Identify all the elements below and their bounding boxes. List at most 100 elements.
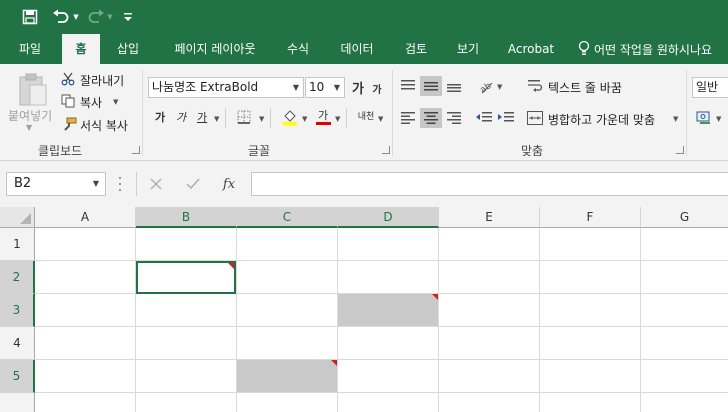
column-header-c[interactable]: C — [237, 207, 338, 228]
merge-center-button[interactable]: 병합하고 가운데 맞춤 — [548, 111, 655, 128]
borders-dropdown-icon[interactable]: ▼ — [259, 115, 264, 123]
copy-icon[interactable] — [60, 93, 76, 109]
merge-center-icon[interactable] — [526, 108, 544, 128]
fx-icon: fx — [222, 176, 236, 192]
select-all-button[interactable] — [0, 207, 35, 228]
fill-color-dropdown-icon[interactable]: ▼ — [302, 115, 307, 123]
paste-button: 붙여넣기 — [8, 109, 53, 123]
align-top-icon[interactable] — [398, 76, 418, 96]
row-header-2[interactable]: 2 — [0, 261, 35, 294]
tab-page-layout[interactable]: 페이지 레이아웃 — [160, 34, 270, 64]
phonetic-guide-button[interactable]: 내천 — [356, 107, 376, 127]
row-header-5[interactable]: 5 — [0, 360, 35, 393]
enter-icon — [182, 172, 204, 196]
fill-color-icon[interactable] — [281, 108, 299, 126]
font-color-dropdown-icon[interactable]: ▼ — [335, 115, 340, 123]
phonetic-icon: 내천 — [357, 111, 375, 122]
tab-insert[interactable]: 삽입 — [106, 34, 150, 64]
customize-qat-icon[interactable] — [122, 7, 134, 27]
italic-button[interactable]: 가 — [174, 109, 188, 125]
underline-button[interactable]: 가 — [195, 109, 209, 125]
paste-icon — [14, 70, 54, 110]
align-bottom-icon[interactable] — [444, 76, 464, 96]
format-painter-button[interactable]: 서식 복사 — [80, 117, 128, 134]
cell-b2-selected[interactable] — [136, 261, 236, 294]
undo-dropdown-icon[interactable]: ▼ — [72, 7, 80, 27]
column-header-e[interactable]: E — [439, 207, 540, 228]
align-left-icon[interactable] — [398, 108, 418, 128]
tab-formulas[interactable]: 수식 — [278, 34, 318, 64]
shrink-font-button[interactable]: 가 — [369, 80, 385, 96]
formula-input[interactable] — [251, 172, 728, 196]
font-group-label: 글꼴 — [248, 144, 271, 158]
format-painter-icon[interactable] — [60, 116, 78, 132]
clipboard-group-label: 클립보드 — [38, 144, 83, 158]
font-name-select[interactable]: 나눔명조 ExtraBold ▼ — [148, 77, 304, 98]
row-header-4[interactable]: 4 — [0, 327, 35, 360]
orientation-dropdown-icon[interactable]: ▼ — [497, 83, 502, 91]
row-header-6[interactable] — [0, 393, 35, 412]
name-box[interactable]: B2 ▼ — [6, 172, 106, 196]
column-header-a[interactable]: A — [35, 207, 136, 228]
tab-acrobat[interactable]: Acrobat — [500, 34, 562, 64]
scissors-icon[interactable] — [60, 71, 76, 87]
font-color-button[interactable]: 가 — [314, 107, 332, 127]
accounting-dropdown-icon[interactable]: ▼ — [716, 115, 721, 123]
copy-button[interactable]: 복사 — [80, 94, 102, 111]
bold-button[interactable]: 가 — [153, 109, 167, 125]
tab-home[interactable]: 홈 — [62, 34, 100, 64]
underline-icon: 가 — [196, 111, 208, 124]
font-launcher-icon[interactable] — [382, 146, 390, 154]
column-header-b[interactable]: B — [136, 207, 237, 228]
divider — [346, 108, 347, 128]
borders-icon[interactable] — [236, 109, 252, 125]
alignment-launcher-icon[interactable] — [676, 146, 684, 154]
accounting-format-icon[interactable] — [694, 108, 714, 128]
cell-d3[interactable] — [338, 294, 438, 326]
cell-c5[interactable] — [237, 360, 337, 392]
align-center-icon[interactable] — [420, 108, 442, 128]
number-format-select[interactable]: 일반 — [692, 77, 728, 98]
comment-indicator-icon — [228, 263, 234, 269]
row-header-3[interactable]: 3 — [0, 294, 35, 327]
gridline — [539, 228, 540, 412]
column-header-f[interactable]: F — [540, 207, 641, 228]
italic-icon: 가 — [175, 111, 187, 124]
increase-indent-icon[interactable] — [496, 108, 516, 128]
wrap-text-icon[interactable] — [526, 76, 544, 96]
decrease-indent-icon[interactable] — [474, 108, 494, 128]
tab-data[interactable]: 데이터 — [330, 34, 384, 64]
divider — [142, 70, 143, 156]
underline-dropdown-icon[interactable]: ▼ — [214, 115, 219, 123]
shrink-font-icon: 가 — [372, 84, 382, 96]
font-color-icon: 가 — [317, 108, 329, 122]
tell-me-box[interactable]: 어떤 작업을 원하시나요 — [578, 34, 712, 64]
tab-file[interactable]: 파일 — [8, 34, 52, 64]
formula-bar: B2 ▼ fx — [0, 161, 728, 207]
column-header-d[interactable]: D — [338, 207, 439, 228]
resize-handle-icon[interactable] — [118, 177, 122, 191]
phonetic-dropdown-icon[interactable]: ▼ — [378, 115, 383, 123]
cut-button[interactable]: 잘라내기 — [80, 72, 124, 89]
font-size-select[interactable]: 10 ▼ — [305, 77, 345, 98]
comment-indicator-icon — [432, 294, 438, 300]
alignment-group-label: 맞춤 — [521, 144, 544, 158]
save-icon[interactable] — [20, 7, 40, 27]
gridline — [35, 359, 728, 360]
undo-icon[interactable] — [50, 7, 72, 27]
orientation-icon[interactable]: ab — [476, 76, 496, 96]
tab-view[interactable]: 보기 — [448, 34, 488, 64]
align-right-icon[interactable] — [444, 108, 464, 128]
clipboard-launcher-icon[interactable] — [132, 146, 140, 154]
tab-review[interactable]: 검토 — [396, 34, 436, 64]
wrap-text-button[interactable]: 텍스트 줄 바꿈 — [548, 79, 622, 96]
font-color-swatch — [315, 121, 331, 125]
merge-dropdown-icon[interactable]: ▼ — [673, 115, 678, 123]
row-header-1[interactable]: 1 — [0, 228, 35, 261]
insert-function-button[interactable]: fx — [216, 172, 242, 196]
font-size-value: 10 — [309, 80, 325, 94]
align-middle-icon[interactable] — [420, 76, 442, 96]
column-header-g[interactable]: G — [641, 207, 728, 228]
copy-dropdown-icon[interactable]: ▼ — [113, 98, 118, 106]
grow-font-button[interactable]: 가 — [350, 78, 366, 97]
